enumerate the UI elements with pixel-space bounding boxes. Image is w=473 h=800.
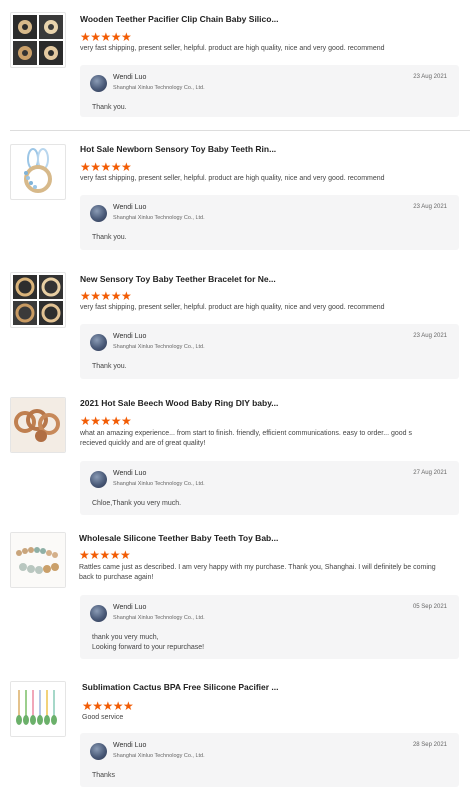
- reply-company: Shanghai Xinluo Technology Co., Ltd.: [113, 85, 205, 91]
- reply-author: Wendi Luo: [113, 74, 147, 81]
- seller-reply: Wendi Luo Shanghai Xinluo Technology Co.…: [80, 65, 459, 117]
- rating-stars: ★★★★★: [82, 697, 134, 712]
- rating-stars: ★★★★★: [79, 546, 131, 561]
- reply-author: Wendi Luo: [113, 204, 147, 211]
- review-comment: what an amazing experience... from start…: [80, 430, 413, 447]
- reply-company: Shanghai Xinluo Technology Co., Ltd.: [113, 481, 205, 487]
- avatar: [90, 471, 107, 488]
- seller-reply: Wendi Luo Shanghai Xinluo Technology Co.…: [80, 324, 459, 379]
- reply-company: Shanghai Xinluo Technology Co., Ltd.: [113, 344, 205, 350]
- product-thumbnail[interactable]: [10, 397, 66, 453]
- star-icon: ★★★★★: [79, 548, 131, 562]
- product-thumbnail[interactable]: [10, 681, 66, 737]
- reply-company: Shanghai Xinluo Technology Co., Ltd.: [113, 215, 205, 221]
- beech-wood-ring-image: [11, 398, 65, 452]
- review-item: New Sensory Toy Baby Teether Bracelet fo…: [0, 266, 473, 391]
- reply-date: 23 Aug 2021: [413, 74, 447, 80]
- reply-text: Chloe,Thank you very much.: [92, 500, 182, 507]
- product-title[interactable]: 2021 Hot Sale Beech Wood Baby Ring DIY b…: [80, 398, 278, 408]
- reply-text: Thank you.: [92, 363, 127, 370]
- seller-reply: Wendi Luo Shanghai Xinluo Technology Co.…: [80, 461, 459, 515]
- teether-bracelet-image: [13, 275, 63, 325]
- reply-author: Wendi Luo: [113, 333, 147, 340]
- divider: [10, 130, 470, 131]
- seller-reply: Wendi Luo Shanghai Xinluo Technology Co.…: [80, 195, 459, 250]
- product-thumbnail[interactable]: [10, 12, 66, 68]
- reply-text: Thank you.: [92, 104, 127, 111]
- review-comment: very fast shipping, present seller, help…: [80, 175, 385, 182]
- reply-text: thank you very much, Looking forward to …: [92, 634, 205, 651]
- product-title[interactable]: Hot Sale Newborn Sensory Toy Baby Teeth …: [80, 144, 276, 154]
- reply-date: 28 Sep 2021: [412, 742, 447, 748]
- star-icon: ★★★★★: [80, 30, 132, 44]
- product-title[interactable]: Wooden Teether Pacifier Clip Chain Baby …: [80, 14, 279, 24]
- reply-date: 27 Aug 2021: [413, 470, 447, 476]
- review-item: Wholesale Silicone Teether Baby Teeth To…: [0, 526, 473, 666]
- rating-stars: ★★★★★: [80, 287, 132, 302]
- reply-date: 05 Sep 2021: [412, 604, 447, 610]
- review-comment: very fast shipping, present seller, help…: [80, 304, 385, 311]
- product-thumbnail[interactable]: [10, 272, 66, 328]
- reply-company: Shanghai Xinluo Technology Co., Ltd.: [113, 615, 205, 621]
- silicone-teether-beads-image: [11, 533, 65, 587]
- reply-author: Wendi Luo: [113, 742, 147, 749]
- cactus-pacifier-clips-image: [11, 682, 65, 736]
- avatar: [90, 743, 107, 760]
- review-item: Sublimation Cactus BPA Free Silicone Pac…: [0, 675, 473, 800]
- product-title[interactable]: New Sensory Toy Baby Teether Bracelet fo…: [80, 274, 276, 284]
- avatar: [90, 334, 107, 351]
- product-title[interactable]: Wholesale Silicone Teether Baby Teeth To…: [79, 533, 278, 543]
- star-icon: ★★★★★: [82, 699, 134, 713]
- reply-text: Thank you.: [92, 234, 127, 241]
- review-item: 2021 Hot Sale Beech Wood Baby Ring DIY b…: [0, 391, 473, 523]
- avatar: [90, 605, 107, 622]
- reply-date: 23 Aug 2021: [413, 204, 447, 210]
- product-title[interactable]: Sublimation Cactus BPA Free Silicone Pac…: [82, 682, 279, 692]
- teether-clip-chain-image: [13, 15, 63, 65]
- reply-author: Wendi Luo: [113, 470, 147, 477]
- product-thumbnail[interactable]: [10, 144, 66, 200]
- product-thumbnail[interactable]: [10, 532, 66, 588]
- review-comment: Rattles came just as described. I am ver…: [79, 564, 436, 581]
- seller-reply: Wendi Luo Shanghai Xinluo Technology Co.…: [80, 733, 459, 787]
- reply-author: Wendi Luo: [113, 604, 147, 611]
- star-icon: ★★★★★: [80, 160, 132, 174]
- review-item: Hot Sale Newborn Sensory Toy Baby Teeth …: [0, 138, 473, 263]
- star-icon: ★★★★★: [80, 289, 132, 303]
- review-comment: very fast shipping, present seller, help…: [80, 45, 385, 52]
- avatar: [90, 205, 107, 222]
- star-icon: ★★★★★: [80, 414, 132, 428]
- reply-text: Thanks: [92, 772, 115, 779]
- rating-stars: ★★★★★: [80, 412, 132, 427]
- sensory-toy-teeth-ring-image: [24, 148, 52, 193]
- avatar: [90, 75, 107, 92]
- review-item: Wooden Teether Pacifier Clip Chain Baby …: [0, 0, 473, 130]
- seller-reply: Wendi Luo Shanghai Xinluo Technology Co.…: [80, 595, 459, 659]
- rating-stars: ★★★★★: [80, 158, 132, 173]
- reply-company: Shanghai Xinluo Technology Co., Ltd.: [113, 753, 205, 759]
- review-comment: Good service: [82, 714, 124, 721]
- reply-date: 23 Aug 2021: [413, 333, 447, 339]
- rating-stars: ★★★★★: [80, 28, 132, 43]
